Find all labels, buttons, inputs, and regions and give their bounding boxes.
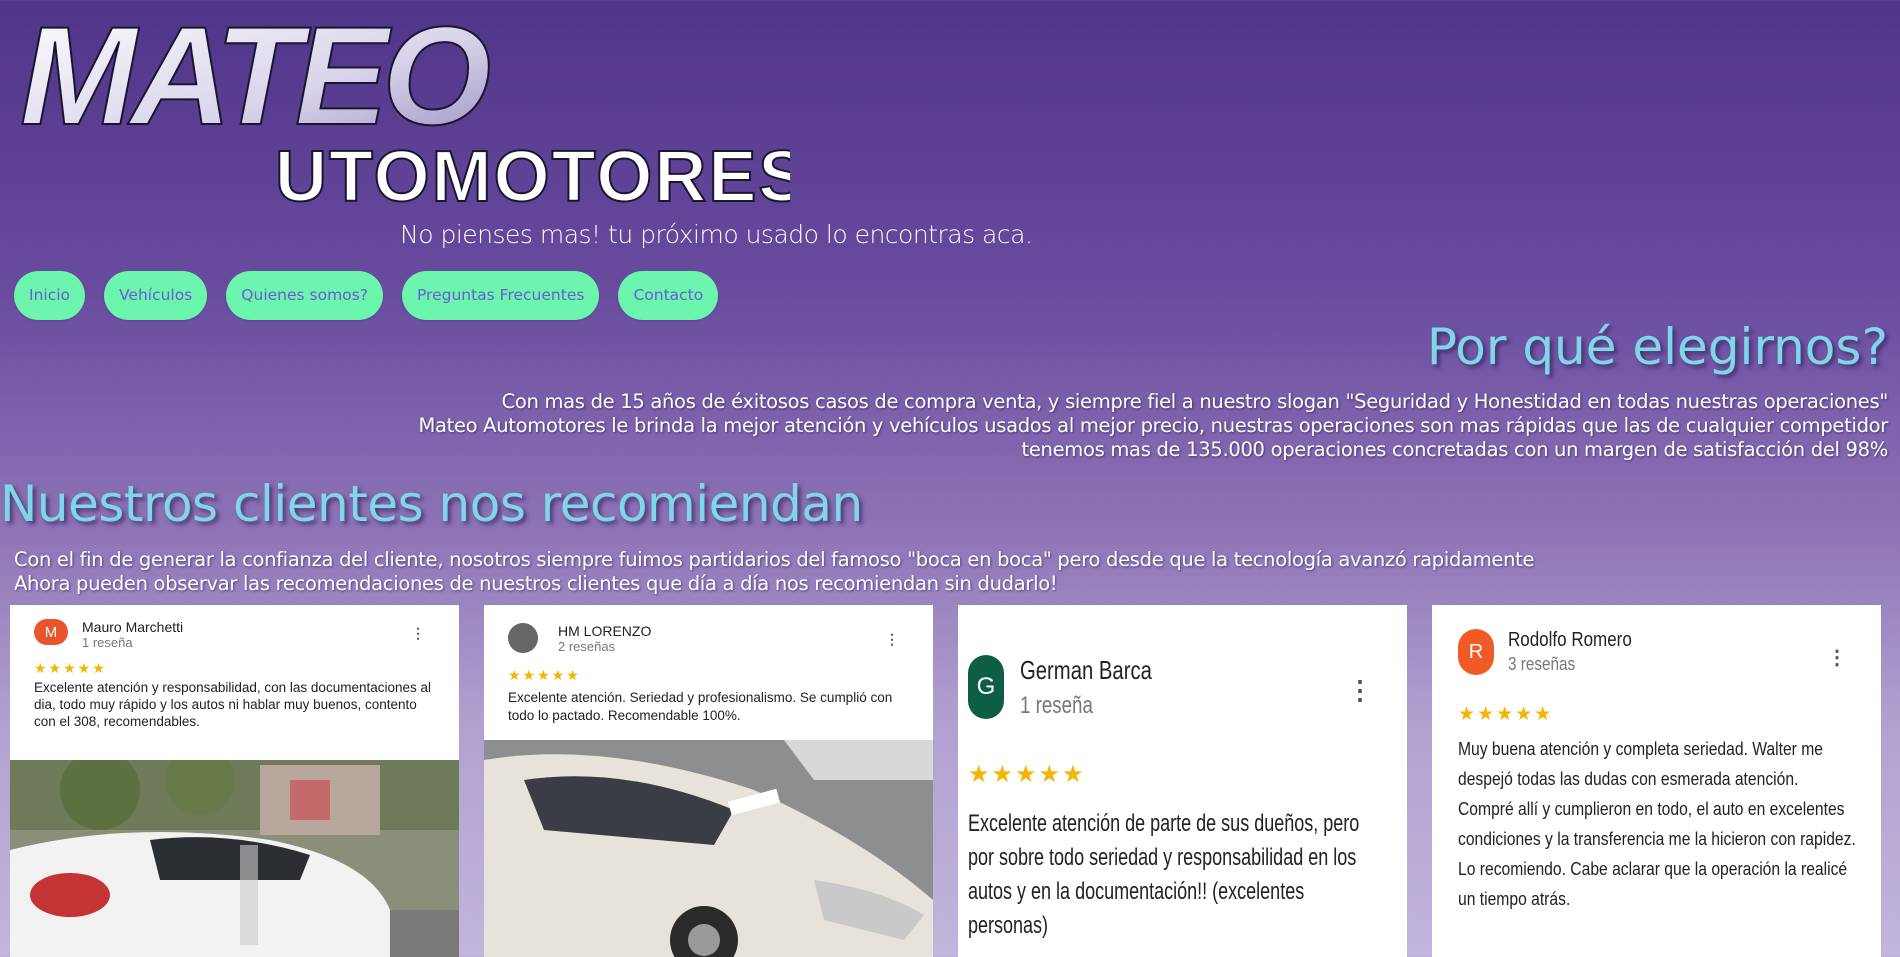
review-header: R Rodolfo Romero 3 reseñas [1458,629,1654,675]
recommend-line: Ahora pueden observar las recomendacione… [14,572,1058,595]
review-text: Excelente atención de parte de sus dueño… [968,810,1360,939]
nav-preguntas-frecuentes[interactable]: Preguntas Frecuentes [401,271,600,320]
recommend-text: Con el fin de generar la confianza del c… [14,548,1535,596]
car-photo [10,760,459,957]
logo-line2: UTOMOTORES [275,137,790,206]
review-header: G German Barca 1 reseña [968,655,1189,720]
avatar: G [968,655,1004,719]
avatar-initial: G [976,673,996,700]
rating-stars: ★★★★★ [1458,704,1554,725]
review-card[interactable]: M Mauro Marchetti 1 reseña ⋮ ★★★★★ Excel… [10,605,459,957]
more-options-icon[interactable]: ⋮ [411,625,425,642]
more-options-icon[interactable]: ⋮ [1347,675,1373,706]
reviewer-name: German Barca [1020,655,1152,685]
nav-inicio[interactable]: Inicio [14,271,86,320]
reviewer-name: HM LORENZO [558,623,652,639]
rating-stars: ★★★★★ [968,761,1086,788]
review-text: Muy buena atención y completa seriedad. … [1458,739,1856,909]
more-options-icon[interactable]: ⋮ [1827,645,1847,670]
reviewer-name: Rodolfo Romero [1508,629,1632,651]
nav-quienes-somos[interactable]: Quienes somos? [226,271,383,320]
car-photo [484,740,933,957]
why-line: Con mas de 15 años de éxitosos casos de … [501,390,1889,413]
review-count: 3 reseñas [1508,654,1576,674]
nav-contacto[interactable]: Contacto [618,271,719,320]
more-options-icon[interactable]: ⋮ [885,631,899,648]
reviewer-name: Mauro Marchetti [82,619,184,635]
review-count: 1 reseña [82,635,133,650]
tagline: No pienses mas! tu próximo usado lo enco… [400,220,1033,249]
why-title: Por qué elegirnos? [1426,318,1888,376]
recommend-title: Nuestros clientes nos recomiendan [0,475,863,533]
review-card[interactable]: G German Barca 1 reseña ⋮ ★★★★★ Excelent… [958,605,1407,957]
avatar: R [1458,629,1494,675]
why-line: tenemos mas de 135.000 operaciones concr… [1021,438,1888,461]
avatar [508,623,538,653]
recommend-line: Con el fin de generar la confianza del c… [14,548,1535,571]
avatar-initial: M [44,623,58,641]
rating-stars: ★★★★★ [508,667,581,683]
reviews-gallery: M Mauro Marchetti 1 reseña ⋮ ★★★★★ Excel… [10,605,1900,957]
review-text: Excelente atención y responsabilidad, co… [34,680,431,729]
site-logo[interactable]: MATEO UTOMOTORES [10,6,790,206]
review-count: 2 reseñas [558,639,616,654]
review-card[interactable]: HM LORENZO 2 reseñas ⋮ ★★★★★ Excelente a… [484,605,933,957]
logo-line1: MATEO [20,6,489,154]
why-text: Con mas de 15 años de éxitosos casos de … [418,390,1888,462]
avatar-initial: R [1468,640,1484,663]
avatar: M [34,619,68,645]
review-header: M Mauro Marchetti 1 reseña [34,619,183,650]
review-text: Excelente atención. Seriedad y profesion… [508,690,893,723]
review-header: HM LORENZO 2 reseñas [508,623,651,654]
main-nav: Inicio Vehículos Quienes somos? Pregunta… [14,271,719,320]
rating-stars: ★★★★★ [34,660,107,676]
why-line: Mateo Automotores le brinda la mejor ate… [418,414,1888,437]
review-count: 1 reseña [1020,692,1093,719]
review-card[interactable]: R Rodolfo Romero 3 reseñas ⋮ ★★★★★ Muy b… [1432,605,1881,957]
nav-vehiculos[interactable]: Vehículos [104,271,208,320]
